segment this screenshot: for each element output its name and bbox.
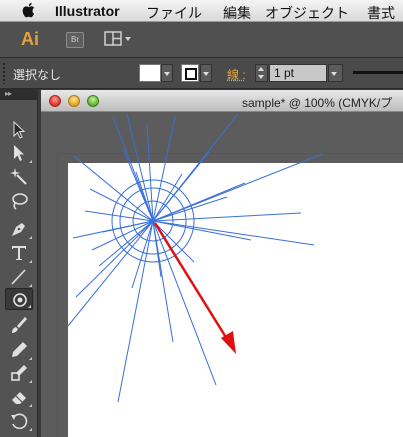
direct-selection-tool-button[interactable] (5, 142, 33, 164)
magic-wand-tool-button[interactable] (5, 166, 33, 188)
eraser-tool-icon (12, 392, 26, 404)
tools-panel: ▸▸ (0, 89, 38, 437)
collapse-icon[interactable]: ▸▸ (5, 89, 12, 98)
paintbrush-tool-button[interactable] (5, 314, 33, 336)
stroke-dropdown[interactable] (200, 64, 212, 82)
stroke-weight-stepper[interactable] (255, 64, 268, 82)
menu-app-name[interactable]: Illustrator (55, 3, 120, 19)
paintbrush-tool-icon (12, 317, 27, 333)
magic-wand-tool-icon (10, 168, 27, 185)
mac-menu-bar: Illustrator ファイル 編集 オブジェクト 書式 (0, 0, 403, 22)
blob-brush-tool-icon (11, 365, 27, 381)
fill-color-swatch[interactable] (139, 64, 161, 82)
lasso-tool-button[interactable] (5, 190, 33, 212)
menu-object[interactable]: オブジェクト (265, 3, 349, 23)
stroke-color-swatch[interactable] (181, 64, 199, 82)
flare-rays (67, 113, 323, 403)
arrange-documents-icon[interactable] (104, 31, 132, 47)
document-title: sample* @ 100% (CMYK/プ (242, 96, 393, 110)
direct-selection-tool-icon (14, 145, 24, 161)
selection-tool-icon (13, 120, 26, 139)
eraser-tool-button[interactable] (5, 386, 33, 408)
rotate-tool-icon (11, 413, 28, 430)
stroke-profile-preview[interactable] (353, 71, 403, 74)
menu-type[interactable]: 書式 (367, 3, 395, 23)
flare-tool-button[interactable] (5, 288, 33, 310)
line-segment-tool-button[interactable] (5, 266, 33, 288)
pen-tool-icon (12, 223, 25, 236)
canvas-area[interactable] (41, 112, 403, 437)
apple-icon[interactable] (22, 2, 36, 18)
stroke-label[interactable]: 線 : (227, 66, 246, 83)
stepper-up-icon[interactable] (258, 67, 264, 71)
selection-tool-button[interactable] (5, 119, 33, 141)
stepper-down-icon[interactable] (258, 75, 264, 79)
minimize-window-button[interactable] (68, 95, 80, 107)
control-bar: 選択なし 線 : 1 pt (0, 58, 403, 89)
bridge-button[interactable]: Br (66, 32, 84, 48)
panel-grip[interactable] (2, 62, 6, 84)
menu-file[interactable]: ファイル (146, 3, 202, 23)
zoom-window-button[interactable] (87, 95, 99, 107)
selection-status: 選択なし (13, 68, 62, 82)
menu-edit[interactable]: 編集 (223, 3, 251, 23)
flare-artwork[interactable] (41, 112, 403, 437)
stroke-weight-dropdown[interactable] (328, 64, 343, 82)
application-bar: Ai Br (0, 22, 403, 58)
type-tool-icon (12, 246, 26, 260)
pencil-tool-icon (12, 342, 27, 357)
ai-logo: Ai (21, 29, 39, 49)
blob-brush-tool-button[interactable] (5, 362, 33, 384)
flare-tool-icon (13, 293, 27, 307)
lasso-tool-icon (12, 193, 28, 210)
document-title-bar[interactable]: sample* @ 100% (CMYK/プ (41, 90, 403, 112)
line-segment-tool-icon (11, 269, 26, 285)
type-tool-button[interactable] (5, 242, 33, 264)
tools-panel-header[interactable]: ▸▸ (0, 89, 38, 100)
close-window-button[interactable] (49, 95, 61, 107)
rotate-tool-button[interactable] (5, 410, 33, 432)
pen-tool-button[interactable] (5, 218, 33, 240)
pencil-tool-button[interactable] (5, 339, 33, 361)
fill-dropdown[interactable] (161, 64, 173, 82)
stroke-weight-input[interactable]: 1 pt (269, 64, 327, 82)
direction-arrow (153, 222, 236, 354)
document-window: sample* @ 100% (CMYK/プ (41, 90, 403, 437)
